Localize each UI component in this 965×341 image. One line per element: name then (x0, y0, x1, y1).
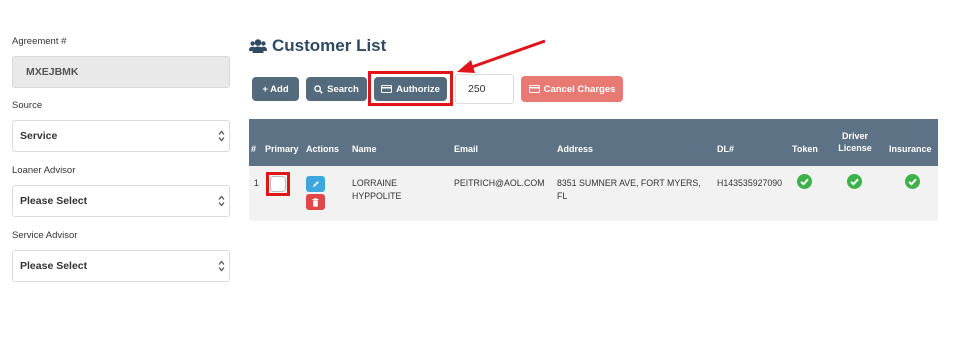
column-header-actions: Actions (306, 144, 340, 154)
loaner-advisor-select-value: Please Select (20, 195, 88, 207)
service-advisor-select-value: Please Select (20, 260, 88, 272)
column-header-address: Address (557, 144, 594, 154)
customer-name: LORRAINE HYPPOLITE (352, 178, 402, 201)
edit-button[interactable] (306, 176, 325, 192)
service-advisor-select[interactable]: Please Select (12, 250, 230, 282)
agreement-number-field: MXEJBMK (12, 56, 230, 88)
page-title-text: Customer List (272, 36, 387, 55)
primary-checkbox[interactable] (270, 176, 286, 192)
select-caret-icon (218, 195, 225, 207)
customer-email: PEITRICH@AOL.COM (454, 178, 545, 188)
service-advisor-label: Service Advisor (12, 230, 78, 241)
source-label: Source (12, 100, 43, 111)
source-select[interactable]: Service (12, 120, 230, 152)
cancel-charges-button[interactable]: Cancel Charges (521, 76, 623, 102)
annotation-arrow-icon (457, 39, 546, 73)
agreement-label: Agreement # (12, 36, 67, 47)
amount-input[interactable]: 250 (455, 74, 514, 104)
users-icon (249, 39, 267, 53)
credit-card-icon (528, 85, 540, 93)
add-button[interactable]: + Add (252, 77, 299, 101)
select-caret-icon (218, 260, 225, 272)
select-caret-icon (218, 130, 225, 142)
cancel-charges-button-label: Cancel Charges (543, 83, 616, 95)
credit-card-icon (381, 85, 393, 93)
driver-license-check-icon (847, 174, 862, 189)
column-header-num: # (251, 144, 257, 154)
column-header-insurance: Insurance (889, 144, 932, 154)
table-header: # Primary Actions Name Email Address DL#… (249, 119, 938, 166)
search-button[interactable]: Search (306, 77, 367, 101)
trash-icon (312, 197, 319, 207)
agreement-form: Agreement # MXEJBMK Source Service Loane… (12, 36, 230, 295)
pencil-icon (312, 181, 319, 187)
customer-address: 8351 SUMNER AVE, FORT MYERS, FL (557, 178, 701, 201)
source-select-value: Service (20, 130, 58, 142)
customer-dl-number: H143535927090 (717, 178, 783, 188)
column-header-driver-license: Driver License (838, 131, 872, 153)
loaner-advisor-label: Loaner Advisor (12, 165, 76, 176)
authorize-button[interactable]: Authorize (374, 77, 447, 101)
column-header-name: Name (352, 144, 377, 154)
column-header-token: Token (792, 144, 818, 154)
customer-table: # Primary Actions Name Email Address DL#… (249, 119, 938, 221)
column-header-primary: Primary (265, 144, 299, 154)
delete-button[interactable] (306, 194, 325, 210)
search-button-label: Search (327, 83, 359, 95)
row-number: 1 (254, 178, 259, 188)
table-row: 1 LORRAINE HYPPOLITE PEITRICH@AOL.COM 83… (249, 166, 938, 221)
column-header-dl: DL# (717, 144, 735, 154)
insurance-check-icon (905, 174, 920, 189)
token-check-icon (797, 174, 812, 189)
loaner-advisor-select[interactable]: Please Select (12, 185, 230, 217)
search-icon (314, 84, 323, 94)
page-title: Customer List (249, 35, 386, 57)
column-header-email: Email (454, 144, 479, 154)
authorize-button-label: Authorize (396, 83, 440, 95)
add-button-label: + Add (262, 83, 289, 95)
